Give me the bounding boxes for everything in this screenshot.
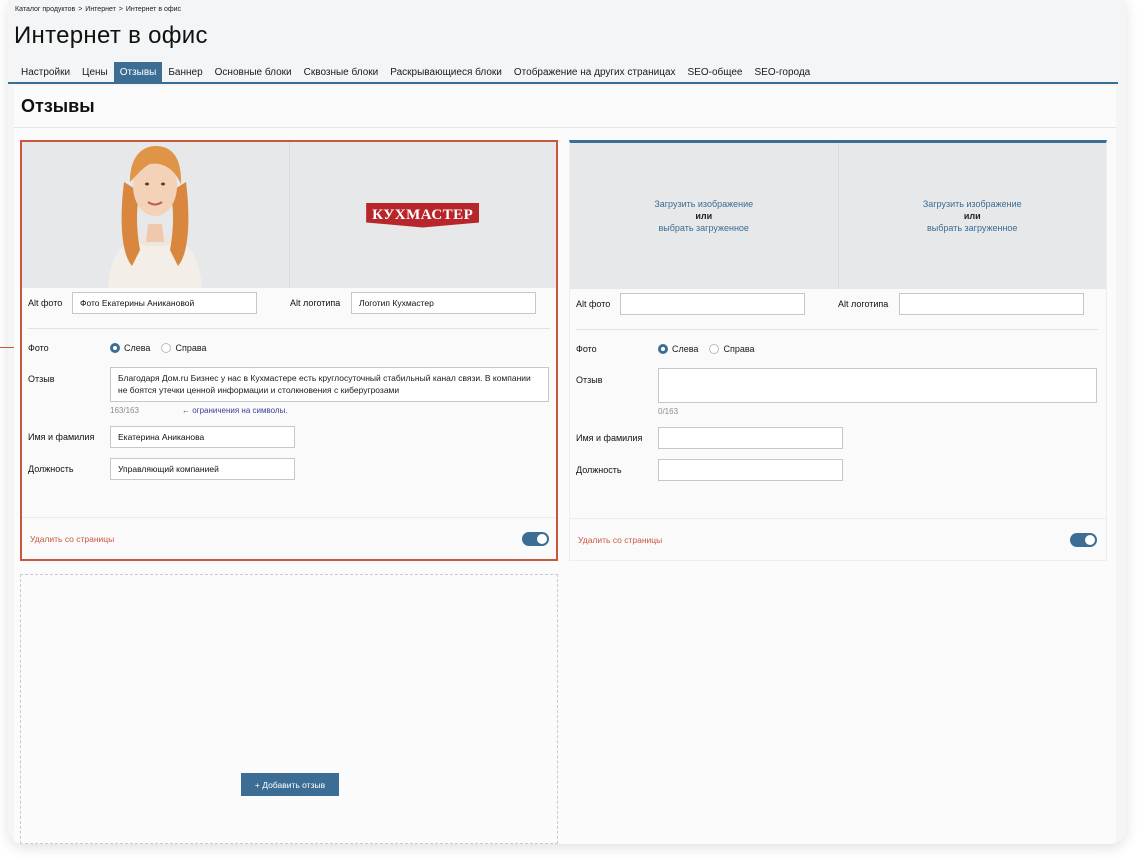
choose-uploaded-link[interactable]: выбрать загруженное bbox=[659, 223, 749, 233]
section-title: Отзывы bbox=[21, 96, 95, 116]
upload-or: или bbox=[963, 211, 981, 221]
name-row: Имя и фамилия Екатерина Аниканова bbox=[28, 426, 295, 448]
breadcrumb-separator: > bbox=[78, 6, 83, 13]
image-row: КУХМАСТЕР bbox=[22, 142, 556, 288]
name-row: Имя и фамилия bbox=[576, 427, 843, 449]
char-counter: 0/163 bbox=[658, 407, 679, 416]
radio-right[interactable] bbox=[161, 343, 172, 353]
position-label: Должность bbox=[28, 464, 74, 474]
position-row: Должность bbox=[576, 459, 843, 481]
logo-slot[interactable]: КУХМАСТЕР bbox=[289, 142, 556, 288]
divider bbox=[14, 127, 1116, 128]
name-input[interactable] bbox=[658, 427, 843, 449]
radio-left[interactable] bbox=[110, 343, 120, 353]
delete-link[interactable]: Удалить со страницы bbox=[578, 535, 662, 545]
alt-photo-input[interactable] bbox=[620, 293, 805, 315]
position-input[interactable] bbox=[658, 459, 843, 481]
alt-logo-input[interactable]: Логотип Кухмастер bbox=[351, 292, 536, 314]
breadcrumb: Каталог продуктов > Интернет > Интернет … bbox=[15, 6, 182, 13]
choose-uploaded-link[interactable]: выбрать загруженное bbox=[927, 223, 1017, 233]
app-frame: Каталог продуктов > Интернет > Интернет … bbox=[8, 0, 1126, 844]
name-label: Имя и фамилия bbox=[28, 432, 95, 442]
divider bbox=[28, 328, 550, 329]
divider bbox=[22, 517, 556, 518]
position-label: Должность bbox=[576, 465, 622, 475]
toggle-knob bbox=[1085, 535, 1095, 545]
divider bbox=[576, 329, 1098, 330]
visibility-toggle[interactable] bbox=[1070, 533, 1097, 547]
photo-position-label: Фото bbox=[576, 344, 597, 354]
review-textarea[interactable]: Благодаря Дом.ru Бизнес у нас в Кухмасте… bbox=[110, 367, 549, 402]
alt-logo-label: Alt логотипа bbox=[838, 299, 889, 309]
name-label: Имя и фамилия bbox=[576, 433, 643, 443]
tab-global-blocks[interactable]: Сквозные блоки bbox=[298, 62, 385, 82]
alt-photo-label: Alt фото bbox=[576, 299, 611, 309]
radio-right-label[interactable]: Справа bbox=[175, 343, 206, 353]
alt-photo-row: Alt фото Фото Екатерины Аникановой bbox=[28, 292, 257, 314]
photo-position-row: Фото Слева Справа bbox=[576, 344, 766, 354]
breadcrumb-item-catalog[interactable]: Каталог продуктов bbox=[15, 6, 75, 13]
visibility-toggle[interactable] bbox=[522, 532, 549, 546]
radio-right[interactable] bbox=[709, 344, 720, 354]
upload-prompt[interactable]: Загрузить изображение или выбрать загруж… bbox=[923, 198, 1022, 234]
radio-left-label[interactable]: Слева bbox=[124, 343, 150, 353]
tab-seo-cities[interactable]: SEO-города bbox=[749, 62, 817, 82]
alt-logo-input[interactable] bbox=[899, 293, 1084, 315]
name-input[interactable]: Екатерина Аниканова bbox=[110, 426, 295, 448]
photo-position-row: Фото Слева Справа bbox=[28, 343, 218, 353]
logo-upload-slot[interactable]: Загрузить изображение или выбрать загруж… bbox=[838, 143, 1106, 289]
person-photo bbox=[108, 146, 202, 288]
tab-bar: Настройки Цены Отзывы Баннер Основные бл… bbox=[8, 62, 1118, 84]
photo-position-label: Фото bbox=[28, 343, 49, 353]
tab-banner[interactable]: Баннер bbox=[162, 62, 208, 82]
photo-slot[interactable] bbox=[22, 142, 290, 288]
review-textarea[interactable] bbox=[658, 368, 1097, 403]
tab-expanding-blocks[interactable]: Раскрывающиеся блоки bbox=[384, 62, 508, 82]
radio-right-label[interactable]: Справа bbox=[723, 344, 754, 354]
tab-seo-general[interactable]: SEO-общее bbox=[682, 62, 749, 82]
photo-position-radio-group: Слева Справа bbox=[658, 344, 766, 354]
photo-position-radio-group: Слева Справа bbox=[110, 343, 218, 353]
divider bbox=[570, 518, 1106, 519]
alt-logo-row: Alt логотипа bbox=[838, 293, 1084, 315]
alt-photo-label: Alt фото bbox=[28, 298, 63, 308]
company-logo: КУХМАСТЕР bbox=[366, 202, 480, 228]
annotation-hint: ← ограничения на символы. bbox=[182, 406, 288, 415]
add-review-area: + Добавить отзыв bbox=[20, 574, 558, 844]
tab-reviews[interactable]: Отзывы bbox=[113, 62, 163, 82]
tab-settings[interactable]: Настройки bbox=[15, 62, 76, 82]
alt-photo-input[interactable]: Фото Екатерины Аникановой bbox=[72, 292, 257, 314]
review-label: Отзыв bbox=[576, 375, 603, 385]
alt-logo-label: Alt логотипа bbox=[290, 298, 341, 308]
page-title: Интернет в офис bbox=[14, 22, 208, 49]
position-row: Должность Управляющий компанией bbox=[28, 458, 295, 480]
reviews-panel: Отзывы КУХМАСТЕР Alt фото Фото Екатерины… bbox=[14, 86, 1116, 844]
review-card: КУХМАСТЕР Alt фото Фото Екатерины Аникан… bbox=[20, 140, 558, 561]
image-row: Загрузить изображение или выбрать загруж… bbox=[570, 143, 1106, 289]
tab-main-blocks[interactable]: Основные блоки bbox=[209, 62, 298, 82]
annotation-marker bbox=[0, 347, 14, 348]
upload-link[interactable]: Загрузить изображение bbox=[654, 199, 753, 209]
review-label: Отзыв bbox=[28, 374, 55, 384]
tab-prices[interactable]: Цены bbox=[76, 62, 114, 82]
delete-link[interactable]: Удалить со страницы bbox=[30, 534, 114, 544]
tab-other-pages[interactable]: Отображение на других страницах bbox=[508, 62, 682, 82]
breadcrumb-item-current: Интернет в офис bbox=[125, 6, 182, 13]
alt-logo-row: Alt логотипа Логотип Кухмастер bbox=[290, 292, 536, 314]
photo-upload-slot[interactable]: Загрузить изображение или выбрать загруж… bbox=[570, 143, 839, 289]
toggle-knob bbox=[537, 534, 547, 544]
alt-photo-row: Alt фото bbox=[576, 293, 805, 315]
upload-prompt[interactable]: Загрузить изображение или выбрать загруж… bbox=[654, 198, 753, 234]
upload-or: или bbox=[695, 211, 713, 221]
char-counter: 163/163 bbox=[110, 406, 139, 415]
review-card: Загрузить изображение или выбрать загруж… bbox=[569, 140, 1107, 561]
breadcrumb-item-internet[interactable]: Интернет bbox=[85, 6, 116, 13]
radio-left[interactable] bbox=[658, 344, 668, 354]
add-review-button[interactable]: + Добавить отзыв bbox=[241, 773, 339, 796]
position-input[interactable]: Управляющий компанией bbox=[110, 458, 295, 480]
radio-left-label[interactable]: Слева bbox=[672, 344, 698, 354]
upload-link[interactable]: Загрузить изображение bbox=[923, 199, 1022, 209]
breadcrumb-separator: > bbox=[118, 6, 123, 13]
